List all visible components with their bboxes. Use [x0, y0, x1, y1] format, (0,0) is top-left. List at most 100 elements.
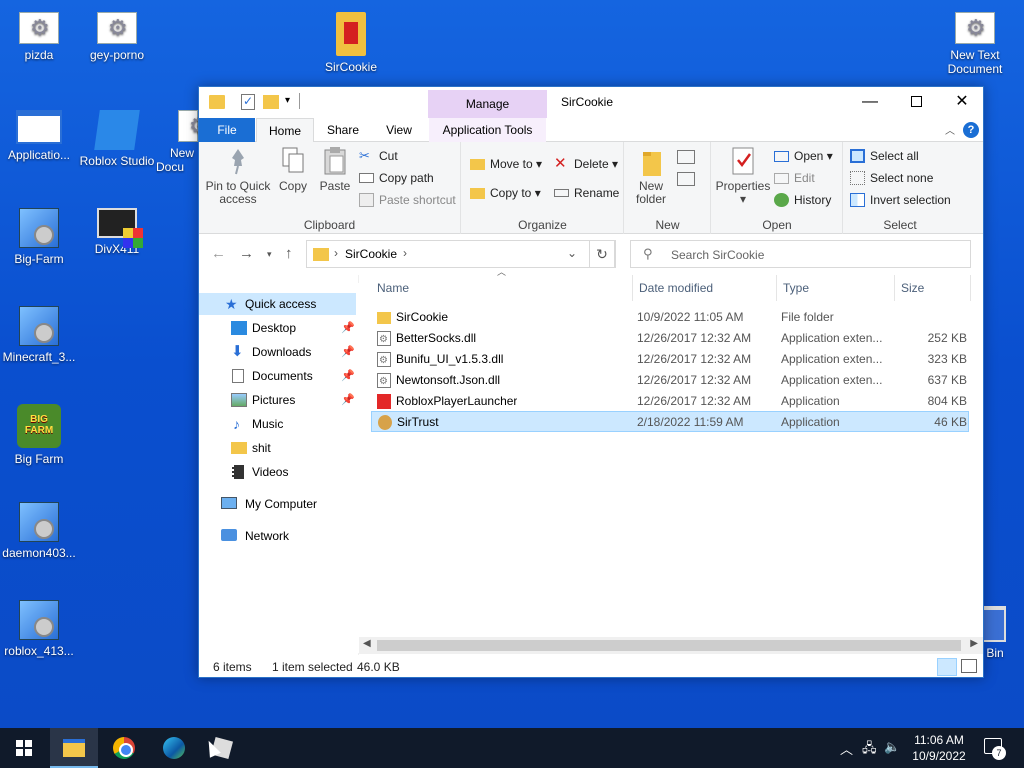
taskbar-chrome[interactable]: [100, 728, 148, 768]
forward-arrow-icon[interactable]: →: [239, 245, 254, 262]
nav-item-videos[interactable]: Videos: [199, 461, 356, 483]
desktop-icon-gey-porno[interactable]: gey-porno: [78, 12, 156, 62]
open-button[interactable]: Open ▾: [774, 146, 833, 166]
desktop-icon-minecraft[interactable]: Minecraft_3...: [0, 306, 78, 364]
pin-to-quick-access-button[interactable]: Pin to Quick access: [205, 146, 271, 206]
column-header-type[interactable]: Type: [777, 275, 895, 301]
title-bar[interactable]: ▾ Manage SirCookie — ✕: [199, 87, 983, 118]
paste-button[interactable]: Paste: [317, 146, 353, 193]
address-dropdown-chevron-icon[interactable]: ⌄: [567, 246, 577, 260]
table-row[interactable]: BetterSocks.dll 12/26/2017 12:32 AM Appl…: [371, 328, 969, 350]
nav-item-shit[interactable]: shit: [199, 437, 356, 459]
taskbar-edge[interactable]: [150, 728, 198, 768]
horizontal-scrollbar[interactable]: ◀ ▶: [359, 637, 983, 654]
desktop-icon-sircookie[interactable]: SirCookie: [312, 12, 390, 74]
minimize-button[interactable]: —: [847, 87, 893, 118]
desktop-icon-new-text-document[interactable]: New Text Document: [936, 12, 1014, 76]
close-button[interactable]: ✕: [939, 87, 985, 118]
nav-item-my-computer[interactable]: My Computer: [199, 493, 356, 515]
large-icons-view-icon[interactable]: [961, 659, 977, 673]
scroll-right-arrow-icon[interactable]: ▶: [970, 638, 978, 649]
scroll-left-arrow-icon[interactable]: ◀: [363, 638, 371, 649]
table-row-selected[interactable]: SirTrust 2/18/2022 11:59 AM Application …: [371, 411, 969, 432]
refresh-button[interactable]: ↻: [589, 240, 615, 268]
show-hidden-icons-chevron-icon[interactable]: ︿: [840, 739, 853, 758]
invert-selection-button[interactable]: Invert selection: [850, 190, 951, 210]
table-row[interactable]: Newtonsoft.Json.dll 12/26/2017 12:32 AM …: [371, 370, 969, 392]
clock[interactable]: 11:06 AM 10/9/2022: [906, 732, 972, 764]
breadcrumb-item[interactable]: SirCookie: [345, 247, 397, 261]
breadcrumb-chevron-icon[interactable]: ›: [403, 246, 407, 260]
manage-context-tab[interactable]: Manage: [428, 90, 547, 118]
search-input[interactable]: ⚲ Search SirCookie: [630, 240, 971, 268]
recent-locations-chevron-icon[interactable]: ▾: [267, 249, 272, 260]
new-item-icon[interactable]: [677, 150, 695, 164]
desktop-icon-application[interactable]: Applicatio...: [0, 110, 78, 162]
pin-icon[interactable]: 📌: [341, 341, 355, 363]
tab-file[interactable]: File: [199, 118, 255, 142]
desktop-icon-big-farm[interactable]: Big Farm: [0, 404, 78, 466]
nav-item-downloads[interactable]: ⬇ Downloads 📌: [199, 341, 356, 363]
column-header-name[interactable]: Name: [371, 275, 633, 301]
desktop-icon-divx[interactable]: DivX411: [78, 208, 156, 256]
select-all-button[interactable]: Select all: [850, 146, 919, 166]
easy-access-icon[interactable]: [677, 172, 695, 186]
table-row[interactable]: SirCookie 10/9/2022 11:05 AM File folder: [371, 307, 969, 328]
copy-button[interactable]: Copy: [275, 146, 311, 193]
nav-item-documents[interactable]: Documents 📌: [199, 365, 356, 387]
breadcrumb-chevron-icon[interactable]: ›: [334, 246, 338, 260]
table-row[interactable]: Bunifu_UI_v1.5.3.dll 12/26/2017 12:32 AM…: [371, 349, 969, 371]
quick-access-toolbar-dropdown[interactable]: ▾: [285, 95, 290, 113]
properties-button[interactable]: Properties ▾: [714, 146, 772, 206]
copy-to-button[interactable]: Copy to ▾: [470, 183, 541, 203]
new-folder-button[interactable]: New folder: [629, 146, 673, 206]
nav-item-desktop[interactable]: Desktop 📌: [199, 317, 356, 339]
text-document-icon: [178, 110, 198, 142]
nav-item-pictures[interactable]: Pictures 📌: [199, 389, 356, 411]
table-row[interactable]: RobloxPlayerLauncher 12/26/2017 12:32 AM…: [371, 391, 969, 412]
scrollbar-thumb[interactable]: [377, 640, 961, 651]
pin-icon[interactable]: 📌: [341, 317, 355, 339]
desktop-icon-big-farm-installer[interactable]: Big-Farm: [0, 208, 78, 266]
history-button[interactable]: History: [774, 190, 831, 210]
copy-path-button[interactable]: Copy path: [359, 168, 434, 188]
select-none-button[interactable]: Select none: [850, 168, 933, 188]
desktop-icon-pizda[interactable]: pizda: [0, 12, 78, 62]
back-arrow-icon[interactable]: ←: [211, 245, 226, 262]
properties-quick-icon[interactable]: [241, 94, 255, 110]
details-view-icon[interactable]: [937, 658, 957, 676]
maximize-button[interactable]: [893, 87, 939, 118]
address-bar[interactable]: › SirCookie › ⌄: [306, 240, 616, 268]
rename-button[interactable]: Rename: [554, 183, 619, 203]
pin-icon[interactable]: 📌: [341, 389, 355, 411]
collapse-ribbon-chevron-icon[interactable]: ︿: [945, 122, 955, 137]
roblox-icon: [377, 394, 391, 409]
paste-shortcut-button[interactable]: Paste shortcut: [359, 190, 456, 210]
desktop-icon-roblox-installer[interactable]: roblox_413...: [0, 600, 78, 658]
volume-icon[interactable]: 🔈: [884, 739, 900, 755]
up-arrow-icon[interactable]: ↑: [285, 245, 293, 262]
edit-button[interactable]: Edit: [774, 168, 815, 188]
tab-view[interactable]: View: [373, 118, 425, 142]
tab-application-tools[interactable]: Application Tools: [429, 118, 546, 142]
new-folder-quick-icon[interactable]: [263, 95, 279, 109]
taskbar-file-explorer[interactable]: [50, 728, 98, 768]
column-header-date-modified[interactable]: Date modified: [633, 275, 777, 301]
help-icon[interactable]: ?: [963, 122, 979, 138]
desktop-icon-daemon[interactable]: daemon403...: [0, 502, 78, 560]
column-header-size[interactable]: Size: [895, 275, 971, 301]
tab-share[interactable]: Share: [317, 118, 369, 142]
network-tray-icon[interactable]: 🖧: [862, 739, 877, 761]
delete-button[interactable]: ✕ Delete ▾: [554, 154, 618, 174]
desktop-icon-roblox-studio[interactable]: Roblox Studio: [78, 110, 156, 168]
start-button[interactable]: [0, 728, 48, 768]
move-to-button[interactable]: Move to ▾: [470, 154, 542, 174]
nav-item-network[interactable]: Network: [199, 525, 356, 547]
select-group: Select all Select none Invert selection …: [844, 142, 956, 234]
cut-button[interactable]: ✂ Cut: [359, 146, 398, 166]
tab-home[interactable]: Home: [256, 118, 314, 143]
desktop-icon-new-document[interactable]: New Docu: [156, 110, 198, 174]
nav-item-quick-access[interactable]: ★ Quick access: [199, 293, 356, 315]
pin-icon[interactable]: 📌: [341, 365, 355, 387]
nav-item-music[interactable]: ♪ Music: [199, 413, 356, 435]
